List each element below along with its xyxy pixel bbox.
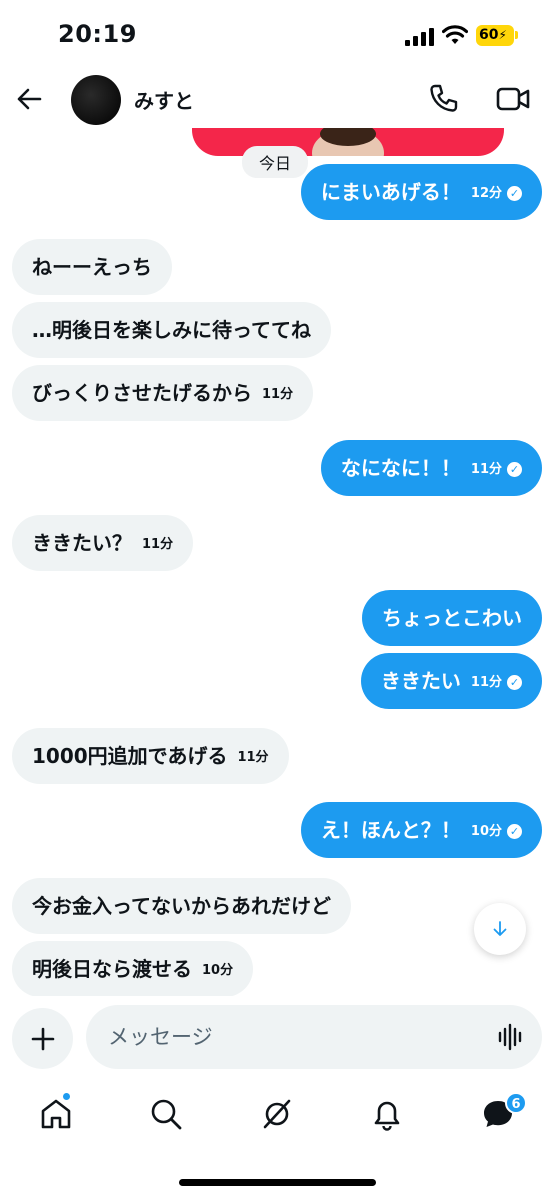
video-camera-icon[interactable] [496, 84, 530, 114]
read-check-icon: ✓ [507, 186, 522, 201]
scroll-to-bottom-button[interactable] [474, 903, 526, 955]
message-bubble-incoming[interactable]: びっくりさせたげるから 11分 [12, 365, 314, 421]
battery-indicator: 60⚡ [476, 25, 514, 46]
message-text: え！ほんと？！ [320, 818, 461, 842]
message-text: 今お金入ってないからあれだけど [32, 894, 331, 918]
date-separator: 今日 [242, 146, 309, 178]
message-text: ききたい [380, 669, 461, 693]
read-check-icon: ✓ [507, 462, 522, 477]
composer [0, 996, 554, 1080]
message-bubble-outgoing[interactable]: ききたい 11分 ✓ [360, 653, 542, 709]
home-icon[interactable] [38, 1096, 74, 1132]
back-button[interactable] [14, 84, 44, 114]
message-text: …明後日を楽しみに待っててね [32, 318, 311, 342]
message-bubble-incoming[interactable]: …明後日を楽しみに待っててね [12, 302, 331, 358]
add-attachment-button[interactable] [12, 1008, 73, 1069]
grok-icon[interactable] [259, 1096, 295, 1132]
message-bubble-incoming[interactable]: ききたい？ 11分 [12, 515, 194, 571]
home-indicator [179, 1179, 376, 1186]
message-time: 11分 [470, 461, 502, 477]
status-time: 20:19 [58, 20, 137, 48]
wifi-icon [442, 25, 468, 44]
read-check-icon: ✓ [507, 675, 522, 690]
message-time: 11分 [262, 386, 294, 402]
voice-wave-icon[interactable] [496, 1022, 526, 1052]
message-text: ねーーえっち [32, 255, 152, 279]
message-bubble-outgoing[interactable]: ちょっとこわい [362, 590, 542, 646]
home-notification-dot [62, 1092, 71, 1101]
message-time: 10分 [470, 823, 502, 839]
conversation-header: みすと [0, 70, 554, 128]
message-bubble-outgoing[interactable]: なになに！！ 11分 ✓ [320, 440, 542, 496]
message-text: びっくりさせたげるから [32, 381, 252, 405]
phone-icon[interactable] [428, 82, 460, 114]
message-bubble-outgoing[interactable]: え！ほんと？！ 10分 ✓ [300, 802, 542, 858]
contact-avatar[interactable] [71, 75, 121, 125]
message-bubble-incoming[interactable]: 明後日なら渡せる 10分 [12, 941, 254, 996]
message-text: 明後日なら渡せる [32, 957, 192, 981]
message-bubble-outgoing[interactable]: にまいあげる！ 12分 ✓ [300, 164, 542, 220]
shared-media-card[interactable] [192, 128, 504, 156]
message-input[interactable] [86, 1005, 542, 1069]
arrow-down-icon [493, 921, 507, 936]
message-text: ききたい？ [32, 531, 132, 555]
bell-icon[interactable] [369, 1096, 405, 1132]
message-time: 11分 [470, 674, 502, 690]
read-check-icon: ✓ [507, 824, 522, 839]
message-bubble-incoming[interactable]: ねーーえっち [12, 239, 172, 295]
status-bar: 20:19 60⚡ [0, 0, 554, 70]
battery-level: 60 [479, 27, 499, 43]
battery-cap [515, 31, 518, 39]
message-thread[interactable]: 今日 にまいあげる！ 12分 ✓ ねーーえっち …明後日を楽しみに待っててね びっく… [0, 128, 554, 996]
message-time: 11分 [237, 749, 269, 765]
media-thumbnail [312, 128, 384, 156]
bottom-tab-bar: 6 [0, 1080, 554, 1199]
back-arrow-icon [17, 88, 42, 110]
message-bubble-incoming[interactable]: 1000円追加であげる 11分 [12, 728, 289, 784]
message-text: なになに！！ [340, 456, 461, 480]
message-text: 1000円追加であげる [32, 744, 228, 768]
message-text: にまいあげる！ [320, 180, 461, 204]
plus-icon [31, 1027, 54, 1050]
message-time: 11分 [142, 536, 174, 552]
message-time: 10分 [202, 962, 234, 978]
contact-name[interactable]: みすと [134, 85, 194, 114]
messages-unread-badge: 6 [505, 1092, 527, 1114]
search-icon[interactable] [148, 1096, 184, 1132]
message-text: ちょっとこわい [382, 606, 522, 630]
cellular-signal-icon [405, 26, 435, 46]
message-time: 12分 [470, 185, 502, 201]
message-bubble-incoming[interactable]: 今お金入ってないからあれだけど [12, 878, 351, 934]
